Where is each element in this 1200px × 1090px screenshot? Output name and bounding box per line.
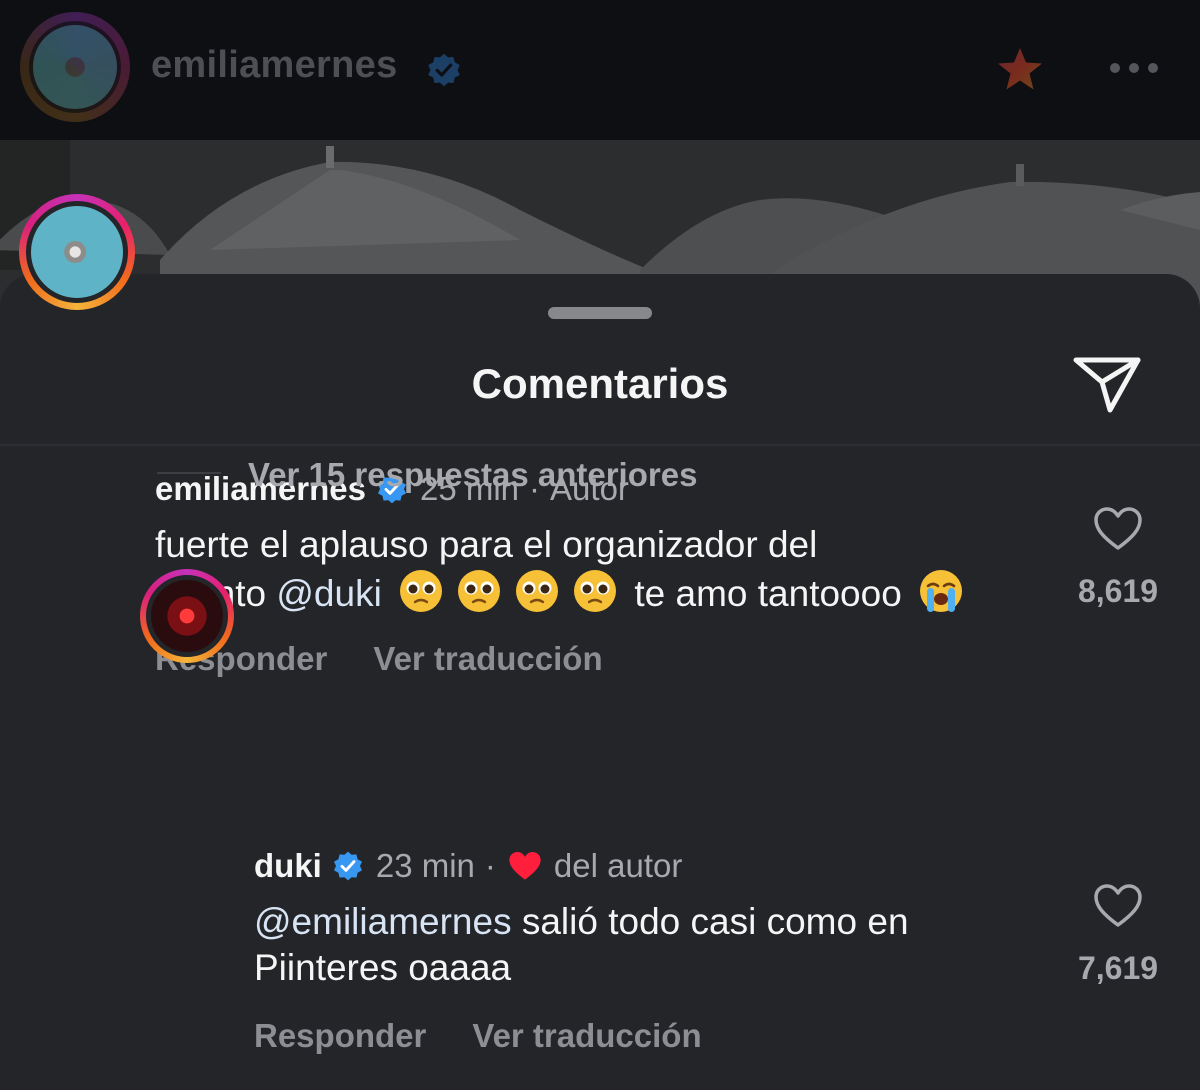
post-avatar[interactable] xyxy=(29,21,121,113)
comment-word: te amo tantoooo xyxy=(634,573,902,614)
send-icon[interactable] xyxy=(1072,352,1142,414)
comment-actions: Responder Ver traducción xyxy=(155,640,649,678)
reply-text: @emiliamernes salió todo casi como en Pi… xyxy=(254,899,909,991)
avatar[interactable] xyxy=(26,201,128,303)
heart-outline-icon[interactable] xyxy=(1093,506,1143,552)
like-count: 8,619 xyxy=(1077,573,1159,609)
crying-face-icon xyxy=(920,570,963,612)
sheet-title: Comentarios xyxy=(471,360,729,407)
reply-word: salió todo casi como en xyxy=(521,901,909,942)
like-count: 7,619 xyxy=(1077,950,1159,986)
like-control: 7,619 xyxy=(1068,883,1168,987)
translate-button[interactable]: Ver traducción xyxy=(373,640,602,677)
meta-separator: · xyxy=(484,847,496,884)
mention-link[interactable]: @emiliamernes xyxy=(254,901,512,942)
translate-button[interactable]: Ver traducción xyxy=(472,1017,701,1054)
reply-button[interactable]: Responder xyxy=(254,1017,426,1054)
avatar[interactable] xyxy=(146,575,228,657)
comment-line: fuerte el aplauso para el organizador de… xyxy=(155,524,818,565)
view-replies-button[interactable]: Ver 15 respuestas anteriores xyxy=(248,456,697,494)
liked-by-author-label: del autor xyxy=(553,847,683,884)
comment-line: evento @duki te amo tantoooo xyxy=(155,568,970,617)
heart-outline-icon[interactable] xyxy=(1093,883,1143,929)
reply-line: Piinteres oaaaa xyxy=(254,947,512,988)
heart-filled-icon xyxy=(509,852,541,880)
pleading-face-icon xyxy=(458,570,501,612)
post-username[interactable]: emiliamernes xyxy=(151,44,398,87)
reply-time: 23 min xyxy=(375,847,475,884)
verified-badge-icon xyxy=(333,851,362,881)
divider xyxy=(0,444,1200,446)
reply-actions: Responder Ver traducción xyxy=(254,1017,748,1055)
reply-line: @emiliamernes salió todo casi como en xyxy=(254,899,909,945)
like-control: 8,619 xyxy=(1068,506,1168,610)
pleading-face-icon xyxy=(574,570,617,612)
mention-link[interactable]: @duki xyxy=(276,573,381,614)
comment-text: fuerte el aplauso para el organizador de… xyxy=(155,522,970,617)
post-header: emiliamernes xyxy=(0,0,1200,140)
reply-meta: duki 23 min · del autor xyxy=(254,847,682,885)
star-icon[interactable] xyxy=(996,46,1044,92)
pleading-face-icon xyxy=(400,570,443,612)
more-options-icon[interactable] xyxy=(1110,58,1162,78)
reply-username[interactable]: duki xyxy=(254,847,322,885)
verified-badge-icon xyxy=(428,53,460,87)
pleading-face-icon xyxy=(516,570,559,612)
replies-line xyxy=(157,472,221,474)
drag-handle[interactable] xyxy=(548,307,652,319)
